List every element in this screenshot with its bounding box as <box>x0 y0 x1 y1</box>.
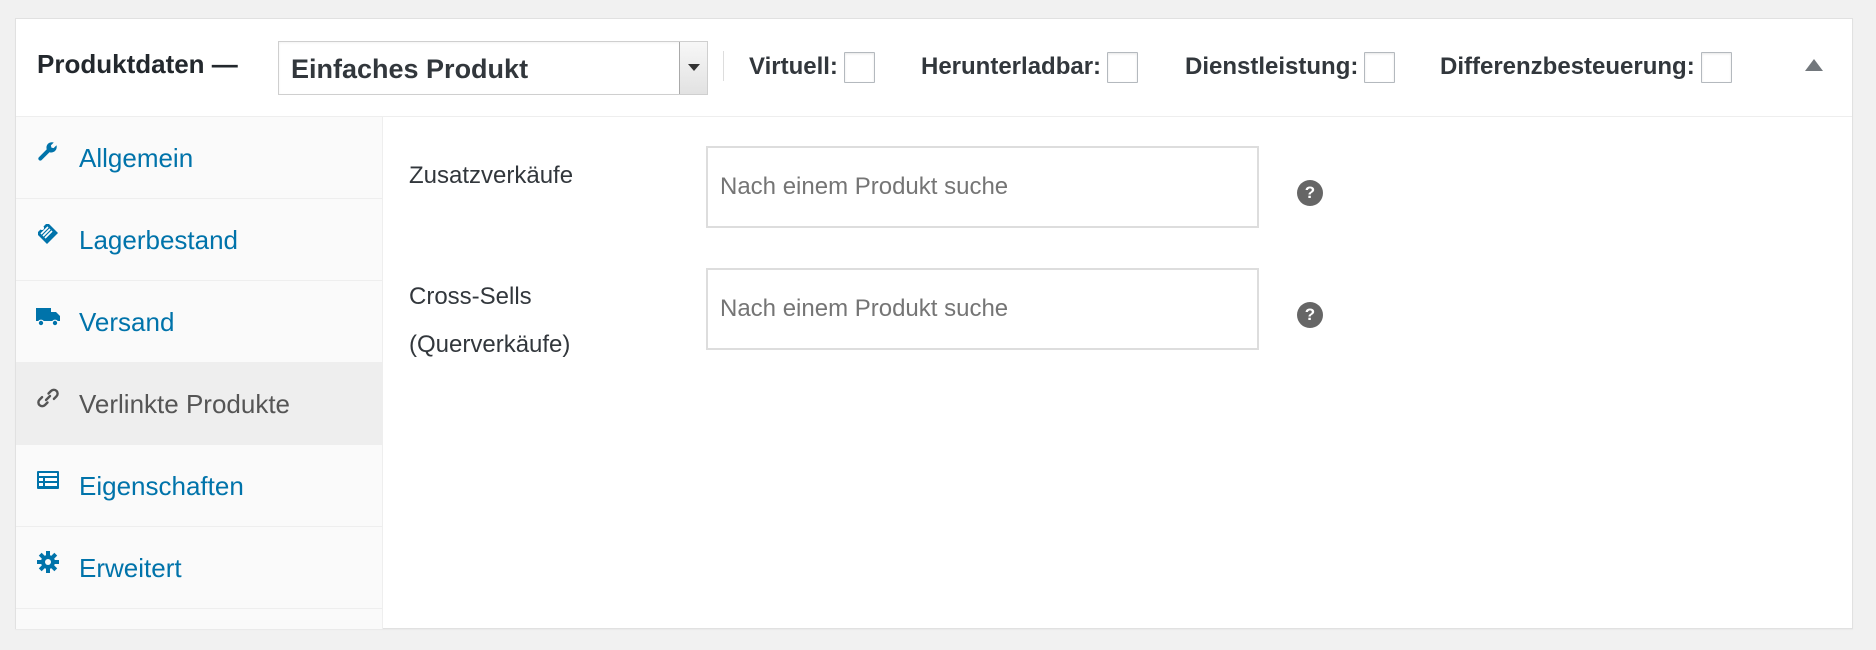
service-label: Dienstleistung: <box>1185 53 1359 80</box>
header-divider <box>723 51 724 81</box>
tab-label: Versand <box>79 307 175 337</box>
linked-products-panel: Zusatzverkäufe ? Cross-Sells (Querverkäu… <box>384 117 1852 629</box>
product-type-value: Einfaches Produkt <box>291 54 529 84</box>
truck-icon <box>35 303 61 329</box>
tab-label: Erweitert <box>79 553 182 583</box>
service-checkbox[interactable] <box>1364 51 1396 83</box>
tab-label: Allgemein <box>79 143 194 173</box>
tab-label: Lagerbestand <box>79 225 239 255</box>
tab-label: Eigenschaften <box>79 471 244 501</box>
panel-title: Produktdaten — <box>37 49 238 79</box>
upsells-search-input[interactable] <box>706 146 1259 228</box>
tab-label: Verlinkte Produkte <box>79 389 291 419</box>
list-card-icon <box>35 467 61 493</box>
collapse-toggle-icon[interactable] <box>1805 59 1823 71</box>
tab-verlinkte-produkte[interactable]: Verlinkte Produkte <box>16 363 382 445</box>
product-data-panel: Produktdaten — Einfaches Produkt Virtuel… <box>15 18 1853 629</box>
margin-tax-option[interactable]: Differenzbesteuerung: <box>1440 50 1732 84</box>
tab-eigenschaften[interactable]: Eigenschaften <box>16 445 382 527</box>
wrench-icon <box>35 139 61 165</box>
tab-erweitert[interactable]: Erweitert <box>16 527 382 609</box>
cross-sells-label: Cross-Sells (Querverkäufe) <box>409 283 571 358</box>
service-option[interactable]: Dienstleistung: <box>1185 50 1396 84</box>
chevron-down-icon[interactable] <box>679 42 707 94</box>
downloadable-option[interactable]: Herunterladbar: <box>921 50 1139 84</box>
virtual-checkbox[interactable] <box>843 51 875 83</box>
downloadable-label: Herunterladbar: <box>921 53 1102 80</box>
tag-icon <box>35 221 61 247</box>
tab-versand[interactable]: Versand <box>16 281 382 363</box>
product-data-tabs: Allgemein Lagerbestand Versand Verlinkte… <box>16 117 383 629</box>
tab-allgemein[interactable]: Allgemein <box>16 117 382 199</box>
tab-lagerbestand[interactable]: Lagerbestand <box>16 199 382 281</box>
gear-icon <box>35 549 61 575</box>
cross-sells-search-input[interactable] <box>706 268 1259 350</box>
virtual-option[interactable]: Virtuell: <box>749 50 875 84</box>
margin-tax-checkbox[interactable] <box>1700 51 1732 83</box>
product-type-select[interactable]: Einfaches Produkt <box>278 41 708 95</box>
link-icon <box>35 385 61 411</box>
help-icon[interactable]: ? <box>1297 302 1323 328</box>
panel-header: Produktdaten — Einfaches Produkt Virtuel… <box>16 19 1852 117</box>
margin-tax-label: Differenzbesteuerung: <box>1440 53 1695 80</box>
help-icon[interactable]: ? <box>1297 180 1323 206</box>
virtual-label: Virtuell: <box>749 53 838 80</box>
upsells-label: Zusatzverkäufe <box>409 162 574 189</box>
downloadable-checkbox[interactable] <box>1107 51 1139 83</box>
